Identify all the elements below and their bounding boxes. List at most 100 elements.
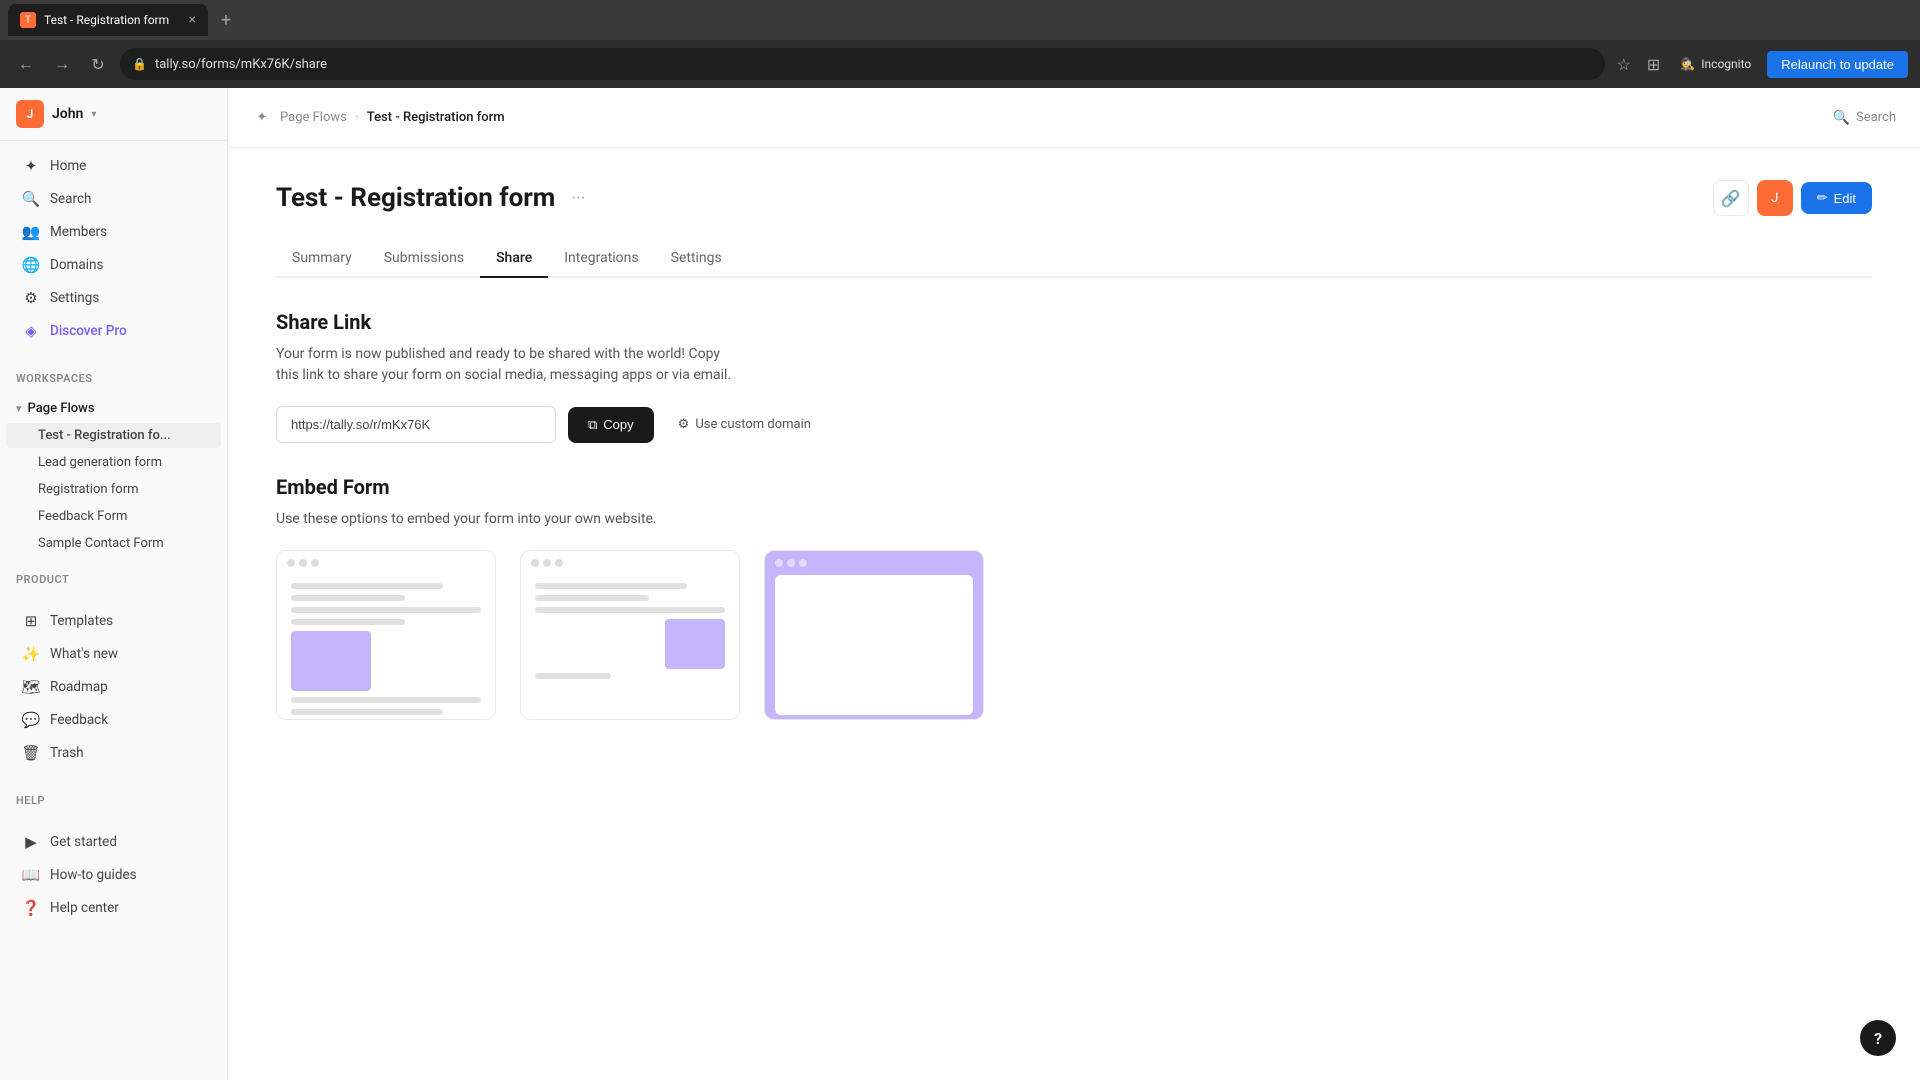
embed-line	[535, 673, 611, 679]
help-button[interactable]: ?	[1860, 1020, 1896, 1056]
help-label: Help	[16, 794, 211, 807]
tab-summary[interactable]: Summary	[276, 240, 368, 278]
card-dots-1	[277, 551, 495, 575]
user-avatar-button[interactable]: J	[1757, 180, 1793, 216]
sidebar-item-lead-gen[interactable]: Lead generation form	[6, 450, 221, 475]
card-body-2	[521, 575, 739, 693]
sidebar-header[interactable]: J John ▾	[0, 88, 227, 141]
bookmark-button[interactable]: ☆	[1613, 51, 1635, 78]
settings-icon: ⚙	[22, 289, 40, 307]
workspace-name: Page Flows	[28, 401, 95, 416]
sidebar-label-get-started: Get started	[50, 834, 117, 850]
card-dots-3	[765, 551, 983, 575]
embed-cards	[276, 550, 1872, 720]
sidebar-item-feedback-form[interactable]: Feedback Form	[6, 504, 221, 529]
new-tab-button[interactable]: +	[212, 6, 240, 34]
topbar-search[interactable]: 🔍 Search	[1833, 110, 1896, 126]
embed-card-standard[interactable]	[276, 550, 496, 720]
workspaces-label: Workspaces	[16, 372, 211, 385]
topbar-search-icon: 🔍	[1833, 110, 1850, 126]
user-avatar: J	[16, 100, 44, 128]
sidebar-main-nav: ✦ Home 🔍 Search 👥 Members 🌐 Domains ⚙ Se…	[0, 141, 227, 356]
embed-line	[291, 583, 443, 589]
embed-preview-block	[291, 631, 371, 691]
domains-icon: 🌐	[22, 256, 40, 274]
embed-card-popup[interactable]	[520, 550, 740, 720]
sidebar-label-settings: Settings	[50, 290, 99, 306]
gear-icon: ⚙	[678, 417, 690, 432]
title-menu-button[interactable]: ···	[567, 184, 589, 213]
tab-favicon: T	[20, 12, 36, 28]
sidebar-item-registration[interactable]: Registration form	[6, 477, 221, 502]
sidebar-item-get-started[interactable]: ▶ Get started	[6, 826, 221, 858]
extensions-button[interactable]: ⊞	[1643, 51, 1664, 78]
sidebar-item-settings[interactable]: ⚙ Settings	[6, 282, 221, 314]
breadcrumb-workspace[interactable]: Page Flows	[280, 110, 347, 125]
how-to-icon: 📖	[22, 866, 40, 884]
help-section: Help	[0, 778, 227, 817]
sidebar-label-whats-new: What's new	[50, 646, 118, 662]
sidebar-label-templates: Templates	[50, 613, 113, 629]
incognito-indicator: 🕵 Incognito	[1672, 53, 1759, 75]
sidebar-label-help-center: Help center	[50, 900, 119, 916]
lock-icon: 🔒	[132, 57, 147, 71]
user-name: John	[52, 106, 83, 122]
product-section: Product	[0, 557, 227, 596]
copy-link-button[interactable]: 🔗	[1713, 180, 1749, 216]
embed-line	[291, 607, 481, 613]
sidebar-item-domains[interactable]: 🌐 Domains	[6, 249, 221, 281]
embed-line	[291, 595, 405, 601]
sidebar-item-sample-contact[interactable]: Sample Contact Form	[6, 531, 221, 556]
sidebar-item-home[interactable]: ✦ Home	[6, 150, 221, 182]
sidebar-item-templates[interactable]: ⊞ Templates	[6, 605, 221, 637]
tab-submissions[interactable]: Submissions	[368, 240, 480, 278]
page-title-left: Test - Registration form ···	[276, 183, 589, 213]
workspace-header[interactable]: ▾ Page Flows	[0, 395, 227, 422]
url-display: tally.so/forms/mKx76K/share	[155, 57, 1593, 72]
avatar-initial: J	[1771, 191, 1778, 206]
sidebar-item-roadmap[interactable]: 🗺 Roadmap	[6, 671, 221, 703]
sidebar-label-roadmap: Roadmap	[50, 679, 108, 695]
dot-3	[311, 559, 319, 567]
share-link-input[interactable]	[276, 406, 556, 443]
tab-share[interactable]: Share	[480, 240, 548, 278]
back-button[interactable]: ←	[12, 50, 40, 78]
sidebar-item-search[interactable]: 🔍 Search	[6, 183, 221, 215]
sidebar-item-whats-new[interactable]: ✨ What's new	[6, 638, 221, 670]
share-link-title: Share Link	[276, 310, 1872, 334]
sidebar-item-trash[interactable]: 🗑 Trash	[6, 737, 221, 769]
dot-1	[775, 559, 783, 567]
sidebar-item-discover-pro[interactable]: ◈ Discover Pro	[6, 315, 221, 347]
dot-1	[531, 559, 539, 567]
dot-1	[287, 559, 295, 567]
tab-integrations[interactable]: Integrations	[548, 240, 654, 278]
sidebar-item-help-center[interactable]: ❓ Help center	[6, 892, 221, 924]
relaunch-button[interactable]: Relaunch to update	[1767, 51, 1908, 78]
sidebar-label-home: Home	[50, 158, 86, 174]
embed-title: Embed Form	[276, 475, 1872, 499]
address-bar[interactable]: 🔒 tally.so/forms/mKx76K/share	[120, 48, 1605, 80]
copy-button[interactable]: ⧉ Copy	[568, 407, 654, 443]
sidebar-label-search: Search	[50, 191, 91, 207]
edit-button[interactable]: ✏ Edit	[1801, 182, 1872, 214]
tab-close-btn[interactable]: ×	[189, 12, 196, 28]
reload-button[interactable]: ↻	[84, 50, 112, 78]
sidebar-item-feedback[interactable]: 💬 Feedback	[6, 704, 221, 736]
templates-icon: ⊞	[22, 612, 40, 630]
embed-card-fullpage[interactable]	[764, 550, 984, 720]
custom-domain-button[interactable]: ⚙ Use custom domain	[666, 409, 823, 440]
sidebar-item-test-reg[interactable]: Test - Registration fo...	[6, 423, 221, 448]
sidebar: J John ▾ ✦ Home 🔍 Search 👥 Members 🌐 Dom…	[0, 88, 228, 1080]
embed-line	[291, 619, 405, 625]
active-tab[interactable]: T Test - Registration form ×	[8, 4, 208, 36]
link-icon: 🔗	[1721, 189, 1741, 208]
main-content: ✦ Page Flows › Test - Registration form …	[228, 88, 1920, 1080]
sidebar-item-members[interactable]: 👥 Members	[6, 216, 221, 248]
tab-settings[interactable]: Settings	[655, 240, 738, 278]
get-started-icon: ▶	[22, 833, 40, 851]
search-icon: 🔍	[22, 190, 40, 208]
incognito-icon: 🕵	[1680, 57, 1695, 71]
card-body-1	[277, 575, 495, 720]
forward-button[interactable]: →	[48, 50, 76, 78]
sidebar-item-how-to[interactable]: 📖 How-to guides	[6, 859, 221, 891]
